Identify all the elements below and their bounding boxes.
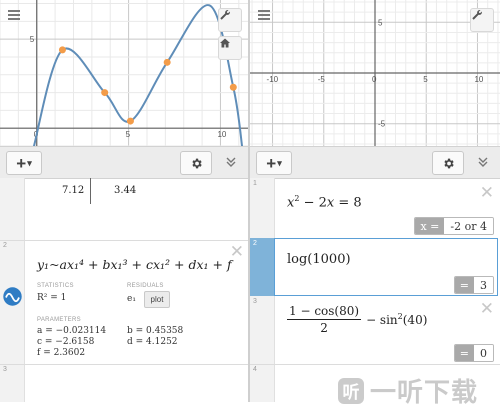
x-tick-label: 0	[372, 75, 377, 84]
close-icon[interactable]: ✕	[480, 184, 494, 201]
regression-wave-icon	[3, 287, 22, 306]
param-b: b = 0.45358	[127, 326, 184, 336]
left-graph-area[interactable]: 0 5 10 5	[0, 0, 248, 146]
regression-formula[interactable]: y₁~ax₁⁴ + bx₁³ + cx₁² + dx₁ + f	[37, 257, 232, 272]
left-expression-toolbar: + ▾	[0, 146, 248, 179]
data-point	[126, 117, 134, 125]
row-number: 3	[253, 298, 257, 305]
x-tick-label: -10	[267, 75, 279, 84]
data-point	[229, 83, 237, 91]
x-tick-label: -5	[318, 75, 326, 84]
row-divider	[250, 364, 500, 365]
y-tick-label: 5	[30, 35, 35, 44]
param-d: d = 4.1252	[127, 337, 178, 347]
data-point	[163, 58, 171, 66]
x-tick-label: 10	[474, 75, 483, 84]
table-cell-x[interactable]: 7.12	[62, 185, 84, 196]
expression-input[interactable]: 1 − cos(80) 2 − sin2(40)	[287, 304, 427, 335]
row-number: 2	[3, 242, 7, 249]
residuals-label: RESIDUALS	[127, 283, 164, 289]
result-value: 3	[474, 277, 493, 293]
result-value: 0	[474, 345, 493, 361]
data-point	[101, 89, 109, 97]
expression-row[interactable]: log(1000) = 3	[274, 238, 500, 296]
x-tick-label: 10	[217, 130, 226, 139]
expression-row[interactable]: x2 − 2x = 8 ✕ x = -2 or 4	[274, 178, 500, 238]
add-item-button[interactable]: + ▾	[256, 151, 292, 175]
y-tick-label: -5	[378, 120, 386, 129]
watermark-logo: 听 一听下载	[338, 372, 478, 409]
right-calculator-pane: -10 -5 0 5 10 5 -5 + ▾ 1 x2 − 2x = 8 ✕ x = -2 o…	[250, 0, 500, 402]
close-icon[interactable]: ✕	[230, 243, 244, 260]
parameters-label: PARAMETERS	[37, 317, 81, 323]
watermark-icon: 听	[338, 377, 364, 404]
expression-input[interactable]: x2 − 2x = 8	[287, 194, 362, 210]
row-number: 3	[3, 366, 7, 373]
x-tick-label: 5	[126, 130, 131, 139]
gear-icon[interactable]	[180, 151, 212, 175]
close-icon[interactable]: ✕	[480, 300, 494, 317]
param-c: c = −2.6158	[37, 337, 95, 347]
row-number: 2	[253, 240, 257, 247]
add-item-button[interactable]: + ▾	[6, 151, 42, 175]
right-graph-area[interactable]: -10 -5 0 5 10 5 -5	[250, 0, 500, 146]
expression-row[interactable]: 1 − cos(80) 2 − sin2(40) ✕ = 0	[274, 296, 500, 364]
chevron-double-down-icon[interactable]	[474, 153, 492, 171]
row-number: 4	[253, 366, 257, 373]
result-badge: = 3	[453, 276, 494, 294]
result-value: -2 or 4	[444, 218, 493, 234]
residual-variable: e₁	[127, 294, 136, 304]
y-tick-label: 5	[378, 18, 383, 27]
left-graph-canvas[interactable]: 0 5 105	[0, 0, 248, 146]
regression-row[interactable]: y₁~ax₁⁴ + bx₁³ + cx₁² + dx₁ + f ✕ STATIS…	[24, 241, 248, 361]
left-calculator-pane: 0 5 10 5 + ▾ 7.12 3.44 2 y₁~ax₁⁴ + bx₁³ + cx…	[0, 0, 248, 402]
gear-icon[interactable]	[432, 151, 464, 175]
home-icon[interactable]	[218, 36, 242, 60]
right-expression-toolbar: + ▾	[250, 146, 500, 179]
result-badge: x = -2 or 4	[414, 217, 494, 235]
expression-input[interactable]: log(1000)	[287, 252, 351, 267]
table-row[interactable]: 7.12 3.44	[24, 178, 248, 204]
wrench-icon[interactable]	[218, 8, 242, 32]
result-equals: =	[454, 345, 474, 361]
right-graph-canvas[interactable]: -10 -5 0 5 10 5 -5	[250, 0, 500, 146]
regression-curve	[32, 4, 244, 146]
menu-icon[interactable]	[8, 10, 20, 20]
row-divider	[0, 364, 248, 365]
plot-residuals-button[interactable]: plot	[144, 291, 170, 308]
row-number: 1	[253, 180, 257, 187]
x-tick-label: 5	[423, 75, 428, 84]
statistics-label: STATISTICS	[37, 283, 74, 289]
result-equals: =	[454, 277, 474, 293]
menu-icon[interactable]	[258, 10, 270, 20]
table-cell-y[interactable]: 3.44	[114, 185, 136, 196]
wrench-icon[interactable]	[470, 8, 494, 32]
param-f: f = 2.3602	[37, 348, 86, 358]
data-point	[58, 46, 66, 54]
r-squared-value: R² = 1	[37, 293, 67, 303]
watermark-text: 一听下载	[370, 377, 479, 407]
table-divider	[90, 178, 91, 204]
result-badge: = 0	[453, 344, 494, 362]
chevron-double-down-icon[interactable]	[222, 153, 240, 171]
param-a: a = −0.023114	[37, 326, 107, 336]
result-equals: x =	[415, 218, 445, 234]
